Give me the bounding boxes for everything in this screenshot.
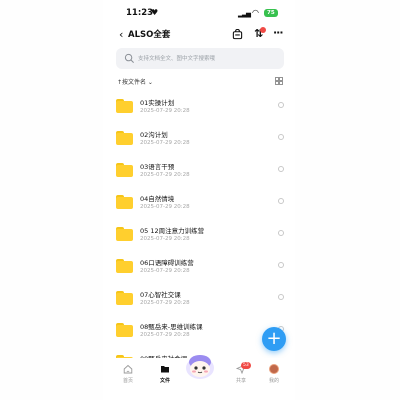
- mascot-icon[interactable]: [184, 352, 216, 380]
- file-name: 02沟计划: [140, 131, 168, 139]
- file-date: 2025-07-29 20:28: [140, 140, 190, 146]
- folder-icon: [116, 291, 133, 305]
- file-name: 07心智社交课: [140, 291, 181, 299]
- notification-dot: [260, 27, 266, 33]
- tab-home[interactable]: 首页: [113, 364, 143, 384]
- list-item[interactable]: 06口语障碍训练营 2025-07-29 20:28: [103, 254, 295, 284]
- file-date: 2025-07-29 20:28: [140, 268, 190, 274]
- search-icon: [124, 53, 134, 63]
- search-placeholder: 支持文档全文、图中文字搜索哦: [138, 56, 216, 62]
- folder-icon: [116, 195, 133, 209]
- battery-icon: 75: [264, 9, 278, 17]
- select-radio[interactable]: [278, 294, 284, 300]
- file-name: 06口语障碍训练营: [140, 259, 194, 267]
- transfer-icon[interactable]: [232, 29, 243, 40]
- folder-icon: [116, 323, 133, 337]
- heart-icon: ♥: [151, 8, 159, 17]
- file-date: 2025-07-29 20:28: [140, 204, 190, 210]
- share-count-badge: 53: [241, 362, 251, 369]
- folder-icon: [116, 99, 133, 113]
- tab-home-label: 首页: [122, 378, 133, 384]
- file-name: 08甄岳来-思维训练课: [140, 323, 203, 331]
- file-date: 2025-07-29 20:28: [140, 300, 190, 306]
- avatar: [269, 364, 279, 374]
- select-radio[interactable]: [278, 102, 284, 108]
- page-title: ALSO全套: [128, 30, 171, 40]
- status-time: 11:23: [126, 8, 154, 18]
- wifi-icon: ◠: [252, 8, 259, 17]
- tab-bar: 首页 文件 共享 53 我的: [103, 355, 295, 400]
- sort-by-name-dropdown[interactable]: ↑按文件名 ⌄: [117, 77, 153, 86]
- tab-files-label: 文件: [159, 378, 170, 384]
- list-item[interactable]: 02沟计划 2025-07-29 20:28: [103, 126, 295, 156]
- file-name: 01实操计划: [140, 99, 175, 107]
- list-item[interactable]: 05 12周注意力训练营 2025-07-29 20:28: [103, 222, 295, 252]
- file-date: 2025-07-29 20:28: [140, 236, 190, 242]
- file-date: 2025-07-29 20:28: [140, 108, 190, 114]
- select-radio[interactable]: [278, 262, 284, 268]
- list-item[interactable]: 07心智社交课 2025-07-29 20:28: [103, 286, 295, 316]
- list-item[interactable]: 04自然情境 2025-07-29 20:28: [103, 190, 295, 220]
- folder-icon: [116, 259, 133, 273]
- file-date: 2025-07-29 20:28: [140, 332, 190, 338]
- list-item[interactable]: 03语言干预 2025-07-29 20:28: [103, 158, 295, 188]
- add-button[interactable]: +: [262, 327, 286, 351]
- tab-share-label: 共享: [235, 378, 246, 384]
- folder-icon: [116, 163, 133, 177]
- folder-icon: [161, 366, 169, 373]
- file-name: 04自然情境: [140, 195, 175, 203]
- more-button[interactable]: ···: [273, 26, 284, 39]
- select-radio[interactable]: [278, 230, 284, 236]
- file-date: 2025-07-29 20:28: [140, 172, 190, 178]
- app-screen: 11:23 ♥ ▂▃▅ ◠ 75 ‹ ALSO全套 ⇅ ··· 支持文档全文、图…: [103, 0, 295, 400]
- signal-icon: ▂▃▅: [238, 10, 251, 18]
- folder-icon: [116, 131, 133, 145]
- select-radio[interactable]: [278, 166, 284, 172]
- folder-icon: [116, 227, 133, 241]
- sort-bar: ↑按文件名 ⌄: [103, 76, 295, 88]
- tab-me-label: 我的: [268, 378, 279, 384]
- search-input[interactable]: 支持文档全文、图中文字搜索哦: [116, 48, 284, 69]
- home-icon: [123, 364, 133, 374]
- select-radio[interactable]: [278, 134, 284, 140]
- tab-me[interactable]: 我的: [259, 364, 289, 384]
- select-radio[interactable]: [278, 198, 284, 204]
- grid-view-icon[interactable]: [275, 77, 283, 85]
- status-bar: 11:23 ♥ ▂▃▅ ◠ 75: [103, 8, 295, 20]
- back-button[interactable]: ‹: [119, 28, 123, 42]
- tab-files[interactable]: 文件: [150, 364, 180, 384]
- file-name: 03语言干预: [140, 163, 175, 171]
- nav-bar: ‹ ALSO全套 ⇅ ···: [103, 26, 295, 44]
- list-item[interactable]: 01实操计划 2025-07-29 20:28: [103, 94, 295, 124]
- file-name: 05 12周注意力训练营: [140, 227, 205, 235]
